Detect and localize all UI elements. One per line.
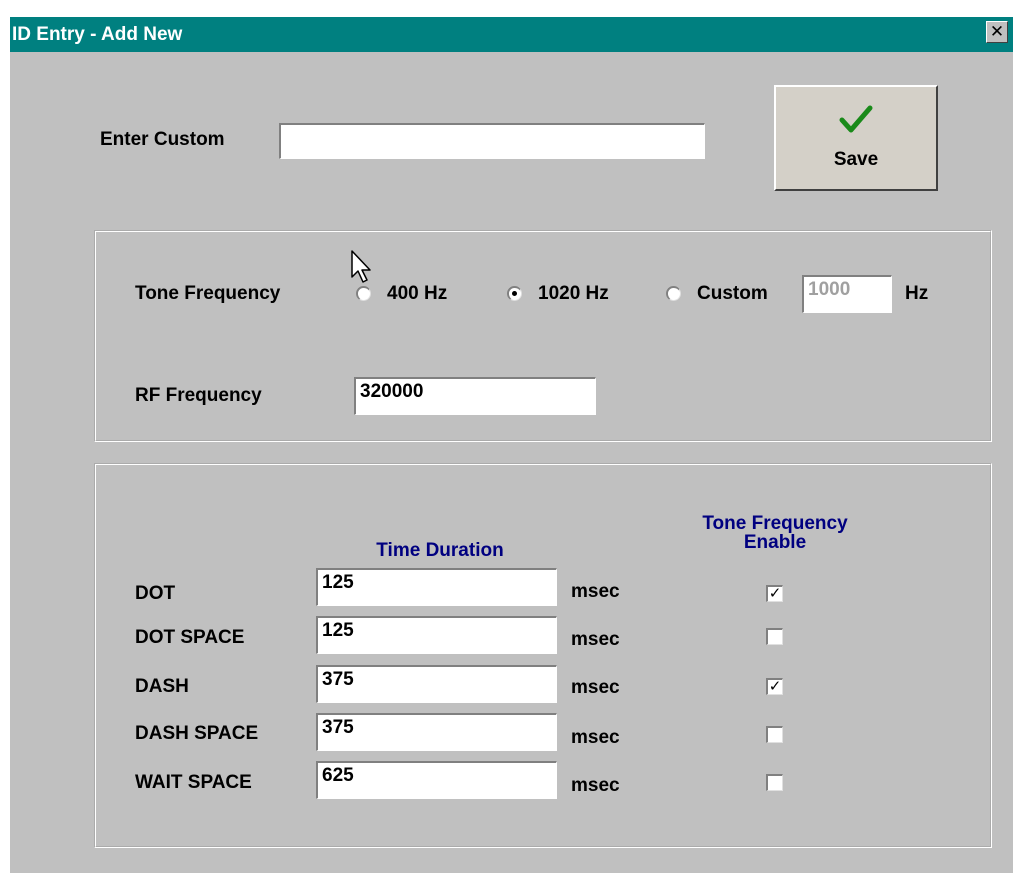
tone-enable-header-line2: Enable (743, 532, 807, 553)
dash-tone-enable-checkbox[interactable]: ✓ (766, 678, 783, 695)
wait-space-tone-enable-checkbox[interactable] (766, 774, 783, 791)
tone-enable-header-line1: Tone Frequency (702, 513, 848, 534)
custom-frequency-input[interactable]: 1000 (802, 275, 892, 313)
checkmark-icon (839, 105, 873, 133)
close-button[interactable]: ✕ (986, 21, 1008, 43)
radio-400hz[interactable] (356, 286, 371, 301)
mouse-cursor-icon (351, 250, 371, 283)
row-label-dash-space: DASH SPACE (135, 723, 259, 744)
save-button-label: Save (833, 149, 879, 170)
dialog-window: ID Entry - Add New ✕ Enter Custom Save T… (10, 17, 1013, 873)
dash-unit: msec (571, 677, 620, 698)
rf-frequency-input[interactable]: 320000 (354, 377, 596, 415)
hz-unit-label: Hz (905, 283, 929, 304)
radio-custom-label[interactable]: Custom (697, 283, 768, 305)
dash-space-tone-enable-checkbox[interactable] (766, 726, 783, 743)
tone-frequency-label: Tone Frequency (135, 283, 281, 304)
radio-1020hz-label[interactable]: 1020 Hz (538, 283, 609, 305)
time-duration-header: Time Duration (376, 540, 504, 561)
radio-1020hz[interactable] (507, 286, 522, 301)
window-title: ID Entry - Add New (12, 24, 183, 45)
radio-selected-dot (512, 291, 517, 296)
dot-space-unit: msec (571, 629, 620, 650)
dot-unit: msec (571, 581, 620, 602)
dot-duration-input[interactable]: 125 (316, 568, 557, 606)
dash-duration-input[interactable]: 375 (316, 665, 557, 703)
radio-400hz-label[interactable]: 400 Hz (387, 283, 447, 305)
row-label-dot-space: DOT SPACE (135, 627, 245, 648)
dot-space-duration-input[interactable]: 125 (316, 616, 557, 654)
dot-space-tone-enable-checkbox[interactable] (766, 628, 783, 645)
save-button[interactable]: Save (774, 85, 938, 191)
enter-custom-label: Enter Custom (100, 129, 225, 150)
row-label-wait-space: WAIT SPACE (135, 772, 252, 793)
dash-space-duration-input[interactable]: 375 (316, 713, 557, 751)
row-label-dash: DASH (135, 676, 189, 697)
wait-space-unit: msec (571, 775, 620, 796)
title-bar[interactable]: ID Entry - Add New ✕ (10, 17, 1013, 52)
dot-tone-enable-checkbox[interactable]: ✓ (766, 585, 783, 602)
wait-space-duration-input[interactable]: 625 (316, 761, 557, 799)
close-icon: ✕ (989, 22, 1005, 41)
custom-id-input[interactable] (279, 123, 705, 159)
dash-space-unit: msec (571, 727, 620, 748)
row-label-dot: DOT (135, 583, 176, 604)
rf-frequency-label: RF Frequency (135, 385, 262, 406)
radio-custom[interactable] (666, 286, 681, 301)
